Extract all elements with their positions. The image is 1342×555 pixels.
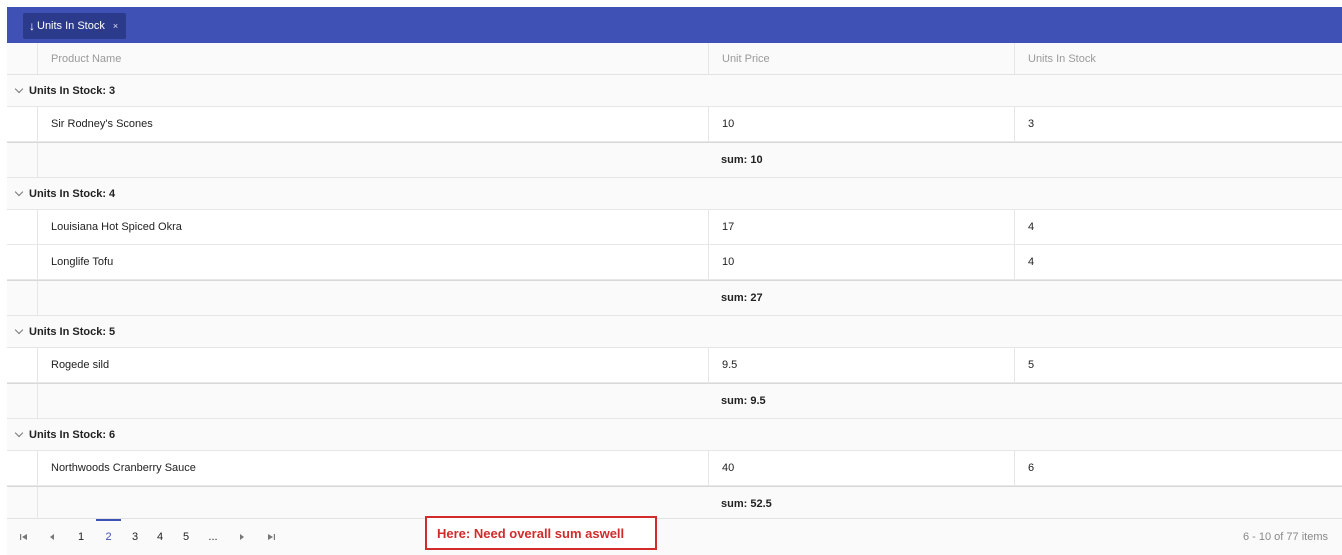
cell-product-name[interactable]: Louisiana Hot Spiced Okra bbox=[38, 210, 708, 244]
group-label-text: Units In Stock: 4 bbox=[29, 187, 116, 200]
group-indent-cell bbox=[7, 210, 38, 244]
annotation-callout: Here: Need overall sum aswell bbox=[425, 516, 657, 550]
more-pages-button[interactable]: ... bbox=[201, 519, 225, 555]
column-header-unit-price[interactable]: Unit Price bbox=[708, 43, 1014, 74]
group-indent-cell bbox=[7, 281, 38, 315]
cell-product-name[interactable]: Northwoods Cranberry Sauce bbox=[38, 451, 708, 485]
group-indent-header bbox=[7, 43, 38, 74]
table-row[interactable]: Rogede sild 9.5 5 bbox=[7, 348, 1342, 383]
group-indent-cell bbox=[7, 451, 38, 485]
group-panel: ↓ Units In Stock × bbox=[7, 7, 1342, 43]
cell-units-in-stock[interactable]: 4 bbox=[1014, 245, 1342, 279]
chevron-down-icon[interactable] bbox=[14, 187, 24, 197]
cell-product-name[interactable]: Sir Rodney's Scones bbox=[38, 107, 708, 141]
page-3-button[interactable]: 3 bbox=[123, 519, 147, 555]
cell-unit-price[interactable]: 40 bbox=[708, 451, 1014, 485]
last-page-icon[interactable] bbox=[260, 519, 282, 555]
group-row: Units In Stock: 3 bbox=[7, 75, 1342, 107]
group-indent-cell bbox=[7, 348, 38, 382]
group-indent-cell bbox=[7, 107, 38, 141]
group-label-text: Units In Stock: 3 bbox=[29, 84, 116, 97]
group-footer-row: sum: 52.5 bbox=[7, 486, 1342, 522]
page-5-button[interactable]: 5 bbox=[174, 519, 198, 555]
group-row: Units In Stock: 4 bbox=[7, 178, 1342, 210]
group-chip-label: Units In Stock bbox=[37, 20, 105, 32]
page-2-button[interactable]: 2 bbox=[96, 519, 121, 555]
column-header-row: Product Name Unit Price Units In Stock bbox=[7, 43, 1342, 75]
previous-page-icon[interactable] bbox=[41, 519, 63, 555]
group-row: Units In Stock: 6 bbox=[7, 419, 1342, 451]
group-footer-row: sum: 27 bbox=[7, 280, 1342, 316]
group-label: Units In Stock: 6 bbox=[14, 419, 116, 450]
cell-product-name[interactable]: Rogede sild bbox=[38, 348, 708, 382]
pager-info: 6 - 10 of 77 items bbox=[1243, 531, 1328, 543]
group-sum-unit-price: sum: 9.5 bbox=[721, 395, 766, 407]
column-header-units-in-stock[interactable]: Units In Stock bbox=[1014, 43, 1342, 74]
close-icon[interactable]: × bbox=[113, 21, 118, 31]
group-sum-unit-price: sum: 27 bbox=[721, 292, 763, 304]
chevron-down-icon[interactable] bbox=[14, 325, 24, 335]
footer-empty-cell bbox=[38, 384, 708, 418]
table-row[interactable]: Louisiana Hot Spiced Okra 17 4 bbox=[7, 210, 1342, 245]
sort-descending-icon: ↓ bbox=[29, 19, 35, 33]
group-indent-cell bbox=[7, 487, 38, 521]
chevron-down-icon[interactable] bbox=[14, 84, 24, 94]
cell-unit-price[interactable]: 10 bbox=[708, 245, 1014, 279]
group-sum-unit-price: sum: 52.5 bbox=[721, 498, 772, 510]
column-header-product-name[interactable]: Product Name bbox=[38, 43, 708, 74]
group-sum-unit-price: sum: 10 bbox=[721, 154, 763, 166]
group-label: Units In Stock: 4 bbox=[14, 178, 116, 209]
cell-units-in-stock[interactable]: 4 bbox=[1014, 210, 1342, 244]
footer-empty-cell bbox=[38, 281, 708, 315]
cell-product-name[interactable]: Longlife Tofu bbox=[38, 245, 708, 279]
table-row[interactable]: Longlife Tofu 10 4 bbox=[7, 245, 1342, 280]
chevron-down-icon[interactable] bbox=[14, 428, 24, 438]
cell-unit-price[interactable]: 9.5 bbox=[708, 348, 1014, 382]
group-label: Units In Stock: 5 bbox=[14, 316, 116, 347]
table-row[interactable]: Northwoods Cranberry Sauce 40 6 bbox=[7, 451, 1342, 486]
footer-empty-cell bbox=[38, 143, 708, 177]
cell-units-in-stock[interactable]: 3 bbox=[1014, 107, 1342, 141]
cell-units-in-stock[interactable]: 6 bbox=[1014, 451, 1342, 485]
group-row: Units In Stock: 5 bbox=[7, 316, 1342, 348]
page-4-button[interactable]: 4 bbox=[148, 519, 172, 555]
page-1-button[interactable]: 1 bbox=[69, 519, 93, 555]
group-footer-row: sum: 10 bbox=[7, 142, 1342, 178]
group-indent-cell bbox=[7, 384, 38, 418]
group-chip-units-in-stock[interactable]: ↓ Units In Stock × bbox=[23, 13, 127, 39]
table-row[interactable]: Sir Rodney's Scones 10 3 bbox=[7, 107, 1342, 142]
cell-unit-price[interactable]: 17 bbox=[708, 210, 1014, 244]
cell-units-in-stock[interactable]: 5 bbox=[1014, 348, 1342, 382]
group-footer-row: sum: 9.5 bbox=[7, 383, 1342, 419]
group-label: Units In Stock: 3 bbox=[14, 75, 116, 106]
group-label-text: Units In Stock: 6 bbox=[29, 428, 116, 441]
group-label-text: Units In Stock: 5 bbox=[29, 325, 116, 338]
group-indent-cell bbox=[7, 245, 38, 279]
group-indent-cell bbox=[7, 143, 38, 177]
first-page-icon[interactable] bbox=[13, 519, 35, 555]
next-page-icon[interactable] bbox=[231, 519, 253, 555]
data-grid: ↓ Units In Stock × Product Name Unit Pri… bbox=[7, 7, 1342, 555]
pager: 1 2 3 4 5 ... 6 - 10 of 77 items bbox=[7, 518, 1342, 555]
cell-unit-price[interactable]: 10 bbox=[708, 107, 1014, 141]
